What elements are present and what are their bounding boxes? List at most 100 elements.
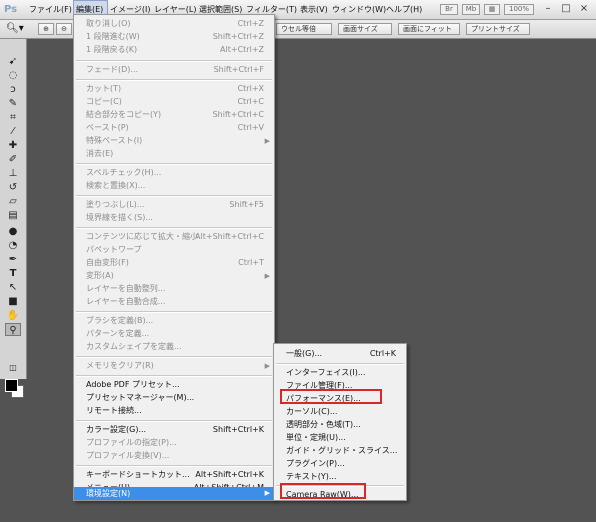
menu-item-paste-special[interactable]: 特殊ペースト(I) ▶ <box>74 134 274 148</box>
menu-item-stroke[interactable]: 境界線を描く(S)... <box>74 211 274 225</box>
dodge-tool-icon[interactable]: ◔ <box>5 239 21 252</box>
menu-separator <box>76 60 272 62</box>
menu-item-remote-connections[interactable]: リモート接続... <box>74 404 274 418</box>
menu-file[interactable]: ファイル(F) <box>29 0 72 19</box>
hand-tool-icon[interactable]: ✋ <box>5 309 21 322</box>
clone-stamp-tool-icon[interactable]: ⊥ <box>5 167 21 180</box>
menu-item-convert-profile[interactable]: プロファイル変換(V)... <box>74 449 274 463</box>
menu-item-color-settings[interactable]: カラー設定(G)... Shift+Ctrl+K <box>74 423 274 437</box>
gradient-tool-icon[interactable]: ▤ <box>5 209 21 222</box>
menu-item-step-forward[interactable]: 1 段階進む(W) Shift+Ctrl+Z <box>74 30 274 44</box>
zoom-tool-icon[interactable]: ⚲ <box>5 323 21 336</box>
menu-item-assign-profile[interactable]: プロファイルの指定(P)... <box>74 436 274 450</box>
minibridge-icon[interactable]: Mb <box>462 4 480 15</box>
menu-item-spell-check[interactable]: スペルチェック(H)... <box>74 166 274 180</box>
menu-item-free-transform[interactable]: 自由変形(F) Ctrl+T <box>74 256 274 270</box>
foreground-color-swatch[interactable] <box>5 379 18 392</box>
view-extras-icon[interactable]: ▦ <box>484 4 500 15</box>
menu-item-fill[interactable]: 塗りつぶし(L)... Shift+F5 <box>74 198 274 212</box>
move-tool-icon[interactable]: ➹ <box>5 55 21 68</box>
menu-item-cut[interactable]: カット(T) Ctrl+X <box>74 82 274 96</box>
menu-item-transform[interactable]: 変形(A) ▶ <box>74 269 274 283</box>
menu-separator <box>76 420 272 422</box>
menu-item-clear[interactable]: 消去(E) <box>74 147 274 161</box>
submenu-item-plugins[interactable]: プラグイン(P)... <box>274 457 406 470</box>
marquee-tool-icon[interactable]: ◌ <box>5 69 21 82</box>
menu-item-preset-manager[interactable]: プリセットマネージャー(M)... <box>74 391 274 405</box>
menu-item-puppet-warp[interactable]: パペットワープ <box>74 243 274 257</box>
quick-mask-icon[interactable]: ◫ <box>5 361 21 374</box>
actual-pixels-button[interactable]: ウセル等倍 <box>276 23 332 35</box>
submenu-arrow-icon: ▶ <box>264 137 270 145</box>
edit-menu: 取り消し(O) Ctrl+Z 1 段階進む(W) Shift+Ctrl+Z 1 段階… <box>73 14 275 501</box>
menu-item-auto-align-layers[interactable]: レイヤーを自動整列... <box>74 282 274 296</box>
tools-panel: ➹ ◌ ↄ ✎ ⌗ ⁄ ✚ ✐ ⊥ ↺ ▱ ▤ ● ◔ ✒ T ↖ ■ ✋ ⚲ … <box>0 39 27 398</box>
blur-tool-icon[interactable]: ● <box>5 225 21 238</box>
submenu-item-cursors[interactable]: カーソル(C)... <box>274 405 406 418</box>
submenu-arrow-icon: ▶ <box>264 489 270 497</box>
zoom-level[interactable]: 100% <box>504 4 534 15</box>
menu-separator <box>76 375 272 377</box>
history-brush-tool-icon[interactable]: ↺ <box>5 181 21 194</box>
bridge-icon[interactable]: Br <box>440 4 458 15</box>
close-icon[interactable]: × <box>576 3 592 15</box>
maximize-icon[interactable]: □ <box>558 3 574 15</box>
menu-item-content-aware-scale[interactable]: コンテンツに応じて拡大・縮小 Alt+Shift+Ctrl+C <box>74 230 274 244</box>
menu-item-define-custom-shape[interactable]: カスタムシェイプを定義... <box>74 340 274 354</box>
eyedropper-tool-icon[interactable]: ⁄ <box>5 125 21 138</box>
camera-raw-highlight-box <box>280 483 366 499</box>
pen-tool-icon[interactable]: ✒ <box>5 253 21 266</box>
submenu-item-guides-grid-slices[interactable]: ガイド・グリッド・スライス... <box>274 444 406 457</box>
submenu-item-general[interactable]: 一般(G)... Ctrl+K <box>274 347 406 360</box>
quick-select-tool-icon[interactable]: ✎ <box>5 97 21 110</box>
zoom-tool-preset-icon[interactable]: 🔍︎▾ <box>6 23 28 35</box>
performance-highlight-box <box>280 389 382 404</box>
brush-tool-icon[interactable]: ✐ <box>5 153 21 166</box>
menu-separator <box>76 79 272 81</box>
menu-separator <box>76 356 272 358</box>
menu-item-copy-merged[interactable]: 結合部分をコピー(Y) Shift+Ctrl+C <box>74 108 274 122</box>
menu-separator <box>76 465 272 467</box>
menu-item-define-pattern[interactable]: パターンを定義... <box>74 327 274 341</box>
menu-item-preferences[interactable]: 環境設定(N) ▶ <box>74 487 274 500</box>
menu-item-keyboard-shortcuts[interactable]: キーボードショートカット... Alt+Shift+Ctrl+K <box>74 468 274 482</box>
menu-help[interactable]: ヘルプ(H) <box>386 0 422 19</box>
menu-item-undo[interactable]: 取り消し(O) Ctrl+Z <box>74 17 274 31</box>
lasso-tool-icon[interactable]: ↄ <box>5 83 21 96</box>
fill-screen-button[interactable]: 画面にフィット <box>398 23 460 35</box>
eraser-tool-icon[interactable]: ▱ <box>5 195 21 208</box>
menu-item-copy[interactable]: コピー(C) Ctrl+C <box>74 95 274 109</box>
menu-item-auto-blend-layers[interactable]: レイヤーを自動合成... <box>74 295 274 309</box>
menu-item-adobe-pdf-presets[interactable]: Adobe PDF プリセット... <box>74 378 274 392</box>
menu-item-paste[interactable]: ペースト(P) Ctrl+V <box>74 121 274 135</box>
path-select-tool-icon[interactable]: ↖ <box>5 281 21 294</box>
fit-screen-button[interactable]: 画面サイズ <box>338 23 392 35</box>
menu-item-purge[interactable]: メモリをクリア(R) ▶ <box>74 359 274 373</box>
menu-item-define-brush[interactable]: ブラシを定義(B)... <box>74 314 274 328</box>
healing-brush-tool-icon[interactable]: ✚ <box>5 139 21 152</box>
menu-window[interactable]: ウィンドウ(W) <box>332 0 386 19</box>
type-tool-icon[interactable]: T <box>5 267 21 280</box>
menu-separator <box>76 163 272 165</box>
submenu-arrow-icon: ▶ <box>264 272 270 280</box>
submenu-item-interface[interactable]: インターフェイス(I)... <box>274 366 406 379</box>
submenu-item-transparency-gamut[interactable]: 透明部分・色域(T)... <box>274 418 406 431</box>
menu-item-step-backward[interactable]: 1 段階戻る(K) Alt+Ctrl+Z <box>74 43 274 57</box>
minimize-icon[interactable]: – <box>540 3 556 15</box>
submenu-arrow-icon: ▶ <box>264 362 270 370</box>
shape-tool-icon[interactable]: ■ <box>5 295 21 308</box>
submenu-item-type[interactable]: テキスト(Y)... <box>274 470 406 483</box>
menu-view[interactable]: 表示(V) <box>300 0 328 19</box>
menu-separator <box>76 195 272 197</box>
menu-separator <box>76 311 272 313</box>
print-size-button[interactable]: プリントサイズ <box>466 23 530 35</box>
submenu-item-units-rulers[interactable]: 単位・定規(U)... <box>274 431 406 444</box>
zoom-in-icon[interactable]: ⊕ <box>38 23 54 35</box>
menu-separator <box>276 363 404 365</box>
menu-item-fade[interactable]: フェード(D)... Shift+Ctrl+F <box>74 63 274 77</box>
photoshop-logo: Ps <box>4 4 18 15</box>
zoom-out-icon[interactable]: ⊖ <box>56 23 72 35</box>
crop-tool-icon[interactable]: ⌗ <box>5 111 21 124</box>
menu-separator <box>76 227 272 229</box>
menu-item-find-replace[interactable]: 検索と置換(X)... <box>74 179 274 193</box>
